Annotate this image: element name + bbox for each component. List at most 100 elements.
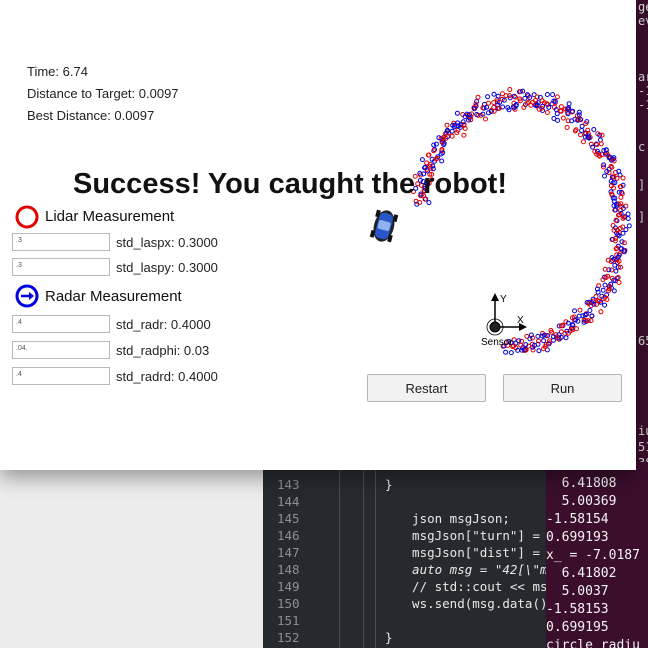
lidar-marker bbox=[444, 122, 450, 128]
std-radr-label: std_radr: 0.4000 bbox=[116, 317, 211, 332]
radar-marker bbox=[541, 338, 547, 344]
simulator-window: Y X Sensor Time: 6.74 Distance to Target… bbox=[0, 0, 636, 470]
radar-marker bbox=[474, 99, 480, 104]
line-number: 143 bbox=[277, 477, 300, 492]
lidar-marker bbox=[483, 116, 488, 122]
line-number: 151 bbox=[277, 613, 300, 628]
lidar-marker bbox=[573, 127, 579, 133]
radar-marker bbox=[600, 287, 606, 293]
time-readout: Time: 6.74 bbox=[27, 64, 88, 79]
radar-marker bbox=[555, 117, 561, 123]
radar-marker bbox=[611, 288, 617, 294]
line-number: 150 bbox=[277, 596, 300, 611]
background-terminal-text: c bbox=[638, 140, 646, 154]
std-laspx-input[interactable]: .3 bbox=[12, 233, 110, 251]
line-number: 145 bbox=[277, 511, 300, 526]
code-text: msgJson["turn"] = bbox=[397, 528, 546, 543]
radar-marker bbox=[579, 128, 585, 133]
radar-marker bbox=[587, 308, 593, 313]
lidar-marker bbox=[486, 100, 491, 106]
editor-line: 143} bbox=[263, 476, 546, 493]
terminal-line: 0.699193 bbox=[546, 530, 609, 545]
lidar-marker bbox=[512, 94, 518, 100]
indent-guide bbox=[363, 462, 364, 648]
code-text: auto msg = "42[\"m bbox=[397, 562, 546, 577]
background-terminal-text: -1 bbox=[638, 84, 648, 98]
radar-marker bbox=[536, 348, 542, 354]
std-laspy-input[interactable]: .3 bbox=[12, 258, 110, 276]
radar-marker bbox=[554, 111, 560, 117]
editor-line: 150 ws.send(msg.data() bbox=[263, 595, 546, 612]
radar-marker bbox=[426, 200, 432, 206]
terminal-line: x_ = -7.0187 bbox=[546, 548, 640, 563]
background-terminal-text: ev bbox=[638, 14, 648, 28]
lidar-marker bbox=[598, 141, 604, 147]
lidar-legend-icon bbox=[15, 205, 39, 229]
terminal-output[interactable]: 6.41808 5.00369 -1.58154 0.699193 x_ = -7.0… bbox=[546, 462, 648, 648]
lidar-marker bbox=[554, 94, 560, 100]
background-terminal-text: 51 bbox=[638, 440, 648, 454]
lidar-marker bbox=[475, 94, 481, 100]
terminal-line: 6.41808 bbox=[546, 476, 617, 491]
line-number: 146 bbox=[277, 528, 300, 543]
radar-legend-icon bbox=[15, 284, 39, 308]
radar-marker bbox=[544, 92, 550, 97]
sensor-dot bbox=[489, 321, 501, 333]
terminal-line: 6.41802 bbox=[546, 566, 617, 581]
editor-line: 147 msgJson["dist"] = bbox=[263, 544, 546, 561]
line-number: 148 bbox=[277, 562, 300, 577]
lidar-marker bbox=[544, 110, 550, 115]
radar-marker bbox=[527, 336, 533, 342]
radar-marker bbox=[623, 227, 629, 233]
radar-marker bbox=[572, 308, 577, 314]
code-text: } bbox=[385, 630, 393, 645]
background-terminal-text: 65 bbox=[638, 334, 648, 348]
radar-marker bbox=[535, 333, 541, 339]
radar-marker bbox=[550, 92, 556, 98]
radar-marker bbox=[602, 302, 608, 308]
terminal-line: -1.58153 bbox=[546, 602, 609, 617]
background-terminal-text: ] bbox=[638, 210, 646, 224]
std-radphi-input[interactable]: .04. bbox=[12, 341, 110, 359]
radar-marker bbox=[439, 158, 445, 164]
radar-marker bbox=[612, 262, 618, 268]
line-number: 144 bbox=[277, 494, 300, 509]
code-text: ws.send(msg.data() bbox=[397, 596, 546, 611]
std-radr-input[interactable]: .4 bbox=[12, 315, 110, 333]
lidar-marker bbox=[610, 223, 616, 228]
editor-line: 149 // std::cout << ms bbox=[263, 578, 546, 595]
sensor-label: Sensor bbox=[481, 337, 513, 348]
indent-guide bbox=[339, 462, 340, 648]
radar-marker bbox=[625, 216, 631, 221]
terminal-line: 5.00369 bbox=[546, 494, 617, 509]
radar-marker bbox=[602, 173, 607, 179]
code-editor[interactable]: 143} 144 145 json msgJson; 146 msgJson["tur… bbox=[263, 462, 546, 648]
terminal-line: circle radiu bbox=[546, 638, 640, 648]
restart-button[interactable]: Restart bbox=[367, 374, 486, 402]
lidar-marker bbox=[560, 115, 566, 121]
radar-marker bbox=[508, 350, 514, 356]
lidar-marker bbox=[620, 175, 626, 181]
lidar-marker bbox=[491, 104, 497, 110]
std-radrd-input[interactable]: .4 bbox=[12, 367, 110, 385]
run-button[interactable]: Run bbox=[503, 374, 622, 402]
lidar-legend-label: Lidar Measurement bbox=[45, 208, 175, 225]
line-number: 147 bbox=[277, 545, 300, 560]
indent-guide bbox=[375, 462, 376, 648]
lidar-marker bbox=[507, 87, 513, 92]
radar-marker bbox=[591, 127, 597, 132]
success-message: Success! You caught the robot! bbox=[73, 168, 507, 200]
radar-marker bbox=[449, 128, 455, 134]
lidar-marker bbox=[618, 194, 624, 200]
line-number: 149 bbox=[277, 579, 300, 594]
std-radrd-label: std_radrd: 0.4000 bbox=[116, 369, 218, 384]
radar-marker bbox=[626, 223, 632, 229]
background-terminal-text: ar bbox=[638, 70, 648, 84]
std-laspy-label: std_laspy: 0.3000 bbox=[116, 260, 218, 275]
lidar-marker bbox=[598, 309, 604, 315]
editor-line: 145 json msgJson; bbox=[263, 510, 546, 527]
radar-marker bbox=[485, 94, 491, 100]
y-axis-label: Y bbox=[500, 294, 507, 305]
radar-marker bbox=[454, 110, 460, 116]
best-distance-readout: Best Distance: 0.0097 bbox=[27, 108, 155, 123]
